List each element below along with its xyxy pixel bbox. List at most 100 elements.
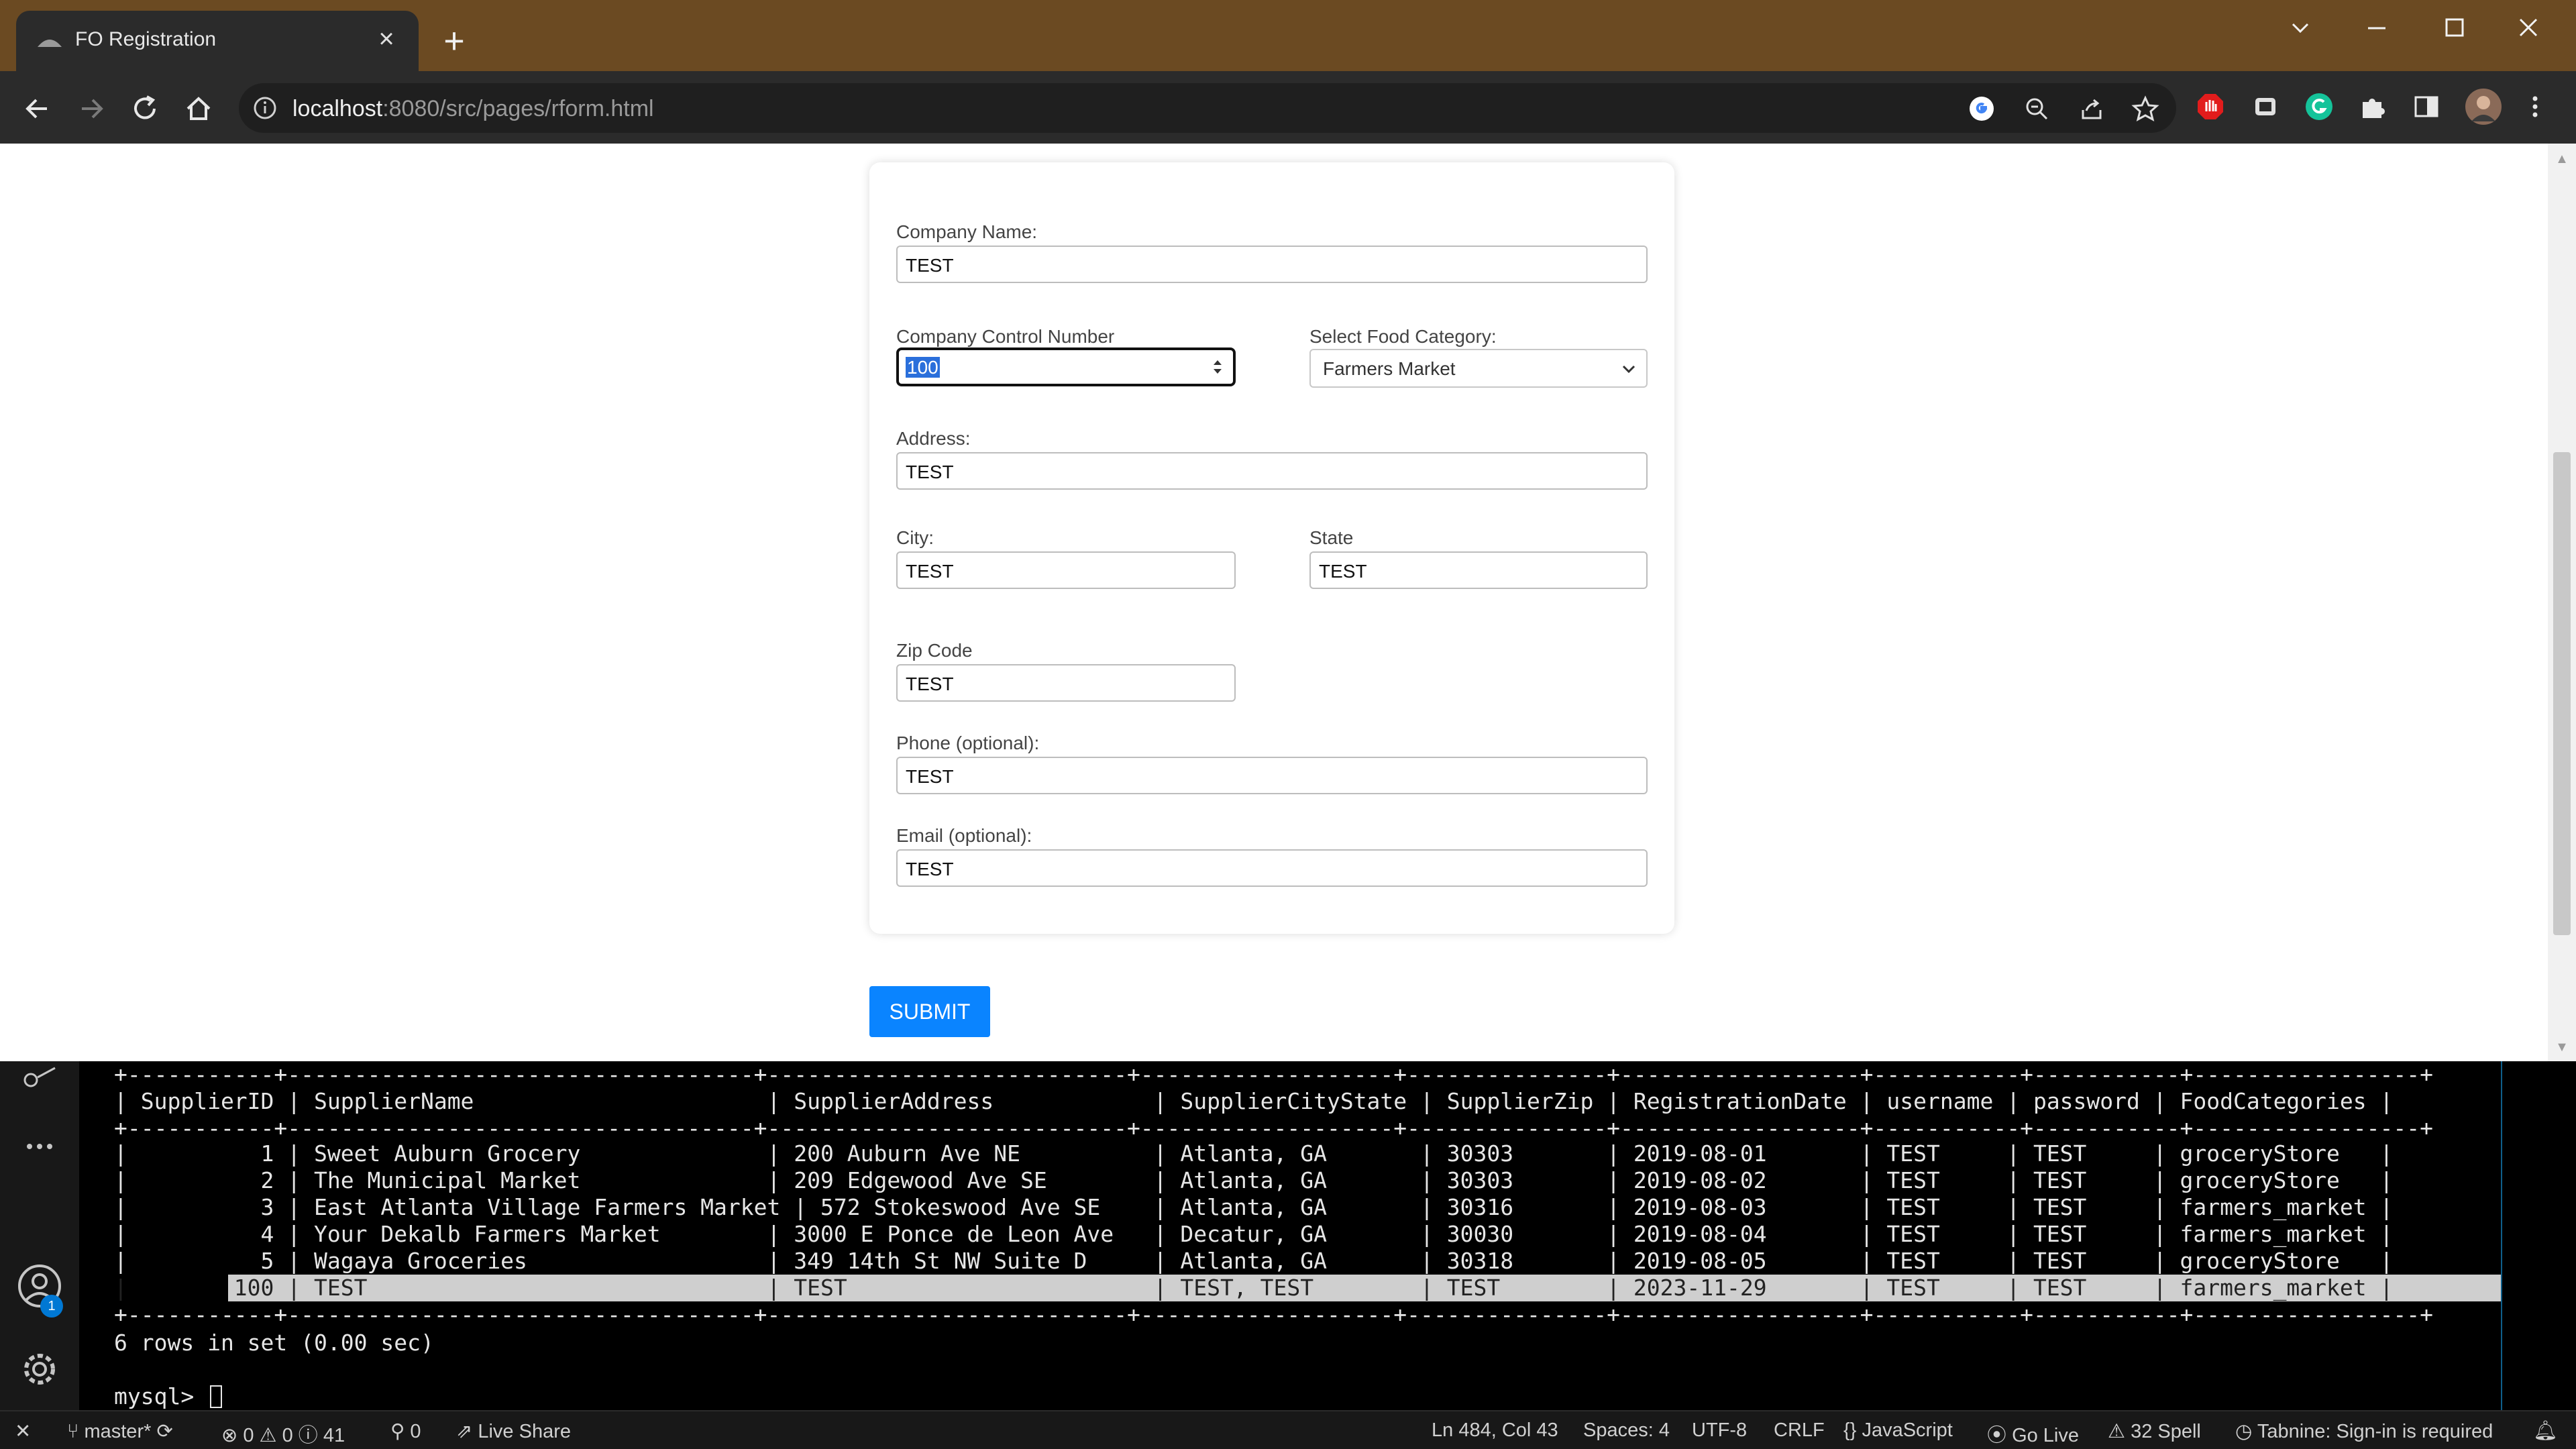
company-control-number-value: 100 [906,357,940,378]
scroll-thumb[interactable] [2553,452,2571,935]
table-header-row: | SupplierID | SupplierName | SupplierAd… [114,1088,2394,1114]
browser-menu-icon[interactable] [2520,91,2551,122]
browser-tab-strip: FO Registration × + [0,0,2576,71]
profile-avatar[interactable] [2465,88,2502,125]
url-host: localhost [292,96,383,121]
table-row: | 1 | Sweet Auburn Grocery | 200 Auburn … [114,1140,2394,1167]
live-share-button[interactable]: ⇗ Live Share [456,1419,571,1443]
url-text: localhost:8080/src/pages/rform.html [292,96,654,122]
cursor-position[interactable]: Ln 484, Col 43 [1432,1419,1558,1442]
email-input[interactable]: TEST [896,849,1648,887]
address-label: Address: [896,428,971,449]
phone-label: Phone (optional): [896,733,1040,753]
bookmark-star-icon[interactable] [2131,94,2160,123]
table-border-top: +-----------+---------------------------… [114,1061,2433,1087]
forward-icon[interactable] [71,89,111,129]
tab-search-icon[interactable] [2270,9,2330,50]
terminal-right-gutter [2501,1061,2576,1410]
spell-status[interactable]: ⚠ 32 Spell [2108,1419,2201,1443]
browser-tab[interactable]: FO Registration × [16,11,419,71]
home-icon[interactable] [178,89,219,129]
query-summary: 6 rows in set (0.00 sec) [114,1330,434,1356]
terminal-panel[interactable]: +-----------+---------------------------… [79,1061,2540,1410]
branch-status[interactable]: ⑂ master* ⟳ [67,1419,173,1443]
registration-form-card: Company Name: TEST Company Control Numbe… [869,162,1674,934]
zip-code-input[interactable]: TEST [896,664,1236,702]
branch-name: master* [84,1421,152,1442]
extension-grammarly-icon[interactable] [2304,91,2334,122]
site-info-icon[interactable] [252,95,278,121]
indentation-status[interactable]: Spaces: 4 [1583,1419,1670,1442]
page-viewport: Company Name: TEST Company Control Numbe… [0,144,2576,1061]
minimize-icon[interactable] [2347,9,2407,50]
table-row: | 2 | The Municipal Market | 209 Edgewoo… [114,1167,2394,1193]
zoom-out-icon[interactable] [2022,94,2051,123]
browser-toolbar: localhost:8080/src/pages/rform.html [0,71,2576,144]
food-category-selected: Farmers Market [1323,358,1456,379]
encoding-status[interactable]: UTF-8 [1692,1419,1747,1442]
window-close-icon[interactable] [2498,9,2559,50]
tabnine-label: Tabnine: Sign-in is required [2257,1421,2493,1442]
problems-status[interactable]: ⊗ 0 ⚠ 0 ⓘ 41 [221,1419,345,1448]
language-label: JavaScript [1862,1419,1953,1441]
table-row: | 5 | Wagaya Groceries | 349 14th St NW … [114,1248,2394,1274]
phone-input[interactable]: TEST [896,757,1648,794]
extension-tracker-icon[interactable] [2250,91,2281,122]
account-badge: 1 [40,1295,63,1318]
food-category-select[interactable]: Farmers Market [1309,349,1648,388]
mysql-prompt[interactable]: mysql> [114,1383,223,1410]
chevron-down-icon [1622,365,1635,374]
activity-bar: 1 [0,1061,79,1410]
address-input[interactable]: TEST [896,452,1648,490]
tab-close-icon[interactable]: × [370,23,402,55]
zip-code-label: Zip Code [896,640,973,661]
ports-status[interactable]: ⚲ 0 [390,1419,421,1443]
company-name-label: Company Name: [896,221,1038,242]
email-label: Email (optional): [896,825,1032,846]
google-icon[interactable] [1967,94,1996,123]
settings-gear-icon[interactable] [16,1346,63,1393]
side-panel-icon[interactable] [2411,91,2442,122]
scroll-up-icon[interactable]: ▲ [2555,152,2569,166]
sync-icon[interactable]: ⟳ [156,1421,172,1442]
company-control-number-input[interactable]: 100 [896,347,1236,386]
state-input[interactable]: TEST [1309,551,1648,589]
language-mode[interactable]: {} JavaScript [1843,1419,1953,1442]
live-share-label: Live Share [478,1421,572,1442]
back-icon[interactable] [17,89,58,129]
notifications-bell-icon[interactable]: 🔔︎ [2533,1419,2558,1442]
eol-status[interactable]: CRLF [1774,1419,1825,1442]
table-row: | 4 | Your Dekalb Farmers Market | 3000 … [114,1221,2394,1247]
food-category-label: Select Food Category: [1309,326,1497,347]
city-input[interactable]: TEST [896,551,1236,589]
submit-button[interactable]: SUBMIT [869,986,990,1037]
spell-label: 32 Spell [2131,1421,2201,1442]
go-live-button[interactable]: ⦿ Go Live [1987,1419,2079,1448]
url-path: :8080/src/pages/rform.html [382,96,654,121]
tab-favicon-icon [38,40,62,47]
share-icon[interactable] [2077,94,2106,123]
go-live-label: Go Live [2012,1425,2080,1446]
debug-icon[interactable] [16,1065,63,1092]
page-scrollbar[interactable]: ▲ ▼ [2548,144,2576,1061]
table-border-header: +-----------+---------------------------… [114,1115,2433,1141]
city-label: City: [896,527,934,548]
address-bar[interactable]: localhost:8080/src/pages/rform.html [239,83,2176,133]
terminal-cursor [210,1385,223,1408]
ports-count: 0 [410,1421,421,1442]
number-spinner-icon[interactable] [1210,356,1225,378]
tabnine-status[interactable]: ◷ Tabnine: Sign-in is required [2235,1419,2493,1443]
extensions-puzzle-icon[interactable] [2357,91,2388,122]
extension-adblock-icon[interactable] [2195,91,2226,122]
maximize-icon[interactable] [2424,9,2485,50]
new-tab-button[interactable]: + [435,23,474,62]
tab-title: FO Registration [75,28,217,50]
state-label: State [1309,527,1354,548]
table-row: | 3 | East Atlanta Village Farmers Marke… [114,1194,2394,1220]
more-icon[interactable] [16,1123,63,1170]
remote-icon[interactable]: ✕ [15,1419,31,1443]
company-name-input[interactable]: TEST [896,246,1648,283]
scroll-down-icon[interactable]: ▼ [2555,1040,2569,1055]
reload-icon[interactable] [125,89,165,129]
table-border-bottom: +-----------+---------------------------… [114,1301,2433,1328]
